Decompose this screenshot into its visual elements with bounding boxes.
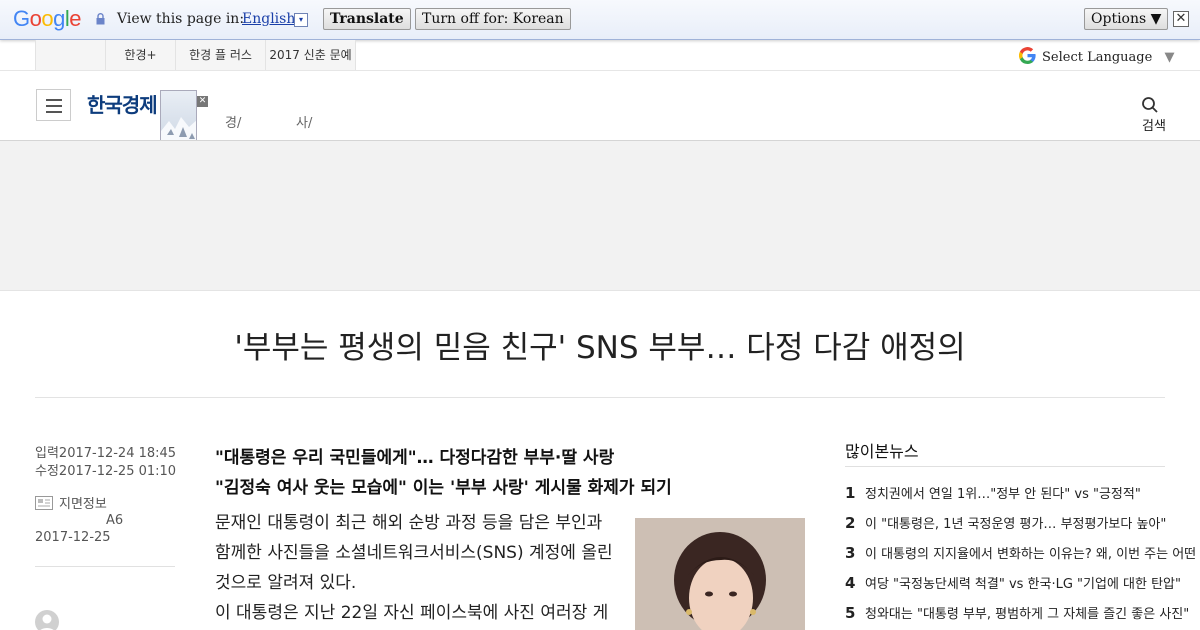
select-language-arrow-icon: ▼	[1164, 50, 1175, 65]
popular-rank: 5	[845, 604, 856, 622]
input-date-prefix: 입력	[35, 446, 59, 461]
close-translate-bar-icon[interactable]: ✕	[1173, 11, 1189, 27]
search-icon[interactable]	[1141, 96, 1159, 114]
util-item-spring-literary[interactable]: 2017 신춘 문예	[266, 40, 356, 70]
popular-news-item[interactable]: 3 이 대통령의 지지율에서 변화하는 이유는? 왜, 이번 주는 어떤	[845, 543, 1196, 562]
meta-divider	[35, 566, 175, 567]
popular-news-item[interactable]: 4 여당 "국정농단세력 척결" vs 한국·LG "기업에 대한 탄압"	[845, 573, 1181, 592]
headline-divider	[35, 397, 1165, 398]
paper-info-label: 지면정보	[59, 497, 107, 512]
ad-close-icon[interactable]: ✕	[197, 96, 208, 107]
menu-button[interactable]	[36, 89, 71, 121]
paper-date: 2017-12-25	[35, 530, 111, 545]
edit-date: 수정2017-12-25 01:10	[35, 460, 176, 479]
paper-page: A6	[106, 513, 124, 528]
portrait-image	[635, 518, 805, 630]
google-g-icon	[1019, 47, 1036, 64]
popular-news-item[interactable]: 2 이 "대통령은, 1년 국정운영 평가… 부정평가보다 높아"	[845, 513, 1175, 532]
popular-news-item[interactable]: 1 정치권에서 연일 1위…"정부 안 된다" vs "긍정적"	[845, 483, 1175, 502]
menu-icon-bar	[46, 111, 62, 113]
select-language-widget[interactable]: Select Language ▼	[1019, 47, 1174, 67]
edit-date-value: 2017-12-25 01:10	[58, 464, 177, 479]
paper-info[interactable]: 지면정보	[35, 493, 107, 512]
util-item-hankyung-plus[interactable]: 한경+	[106, 40, 176, 70]
translate-button[interactable]: Translate	[323, 8, 411, 30]
popular-news-text: 청와대는 "대통령 부부, 평범하게 그 자체를 즐긴 좋은 사진"	[865, 607, 1190, 622]
popular-rank: 3	[845, 544, 856, 562]
popular-news-text: 이 "대통령은, 1년 국정운영 평가… 부정평가보다 높아"	[865, 517, 1167, 532]
article-photo	[635, 518, 805, 630]
google-logo: Google	[13, 6, 82, 31]
user-icon	[40, 614, 54, 630]
header-nav-item[interactable]: 사/	[296, 112, 312, 131]
popular-rank: 4	[845, 574, 856, 592]
utility-bar: 한경+ 한경 플 러스 2017 신춘 문예	[35, 40, 356, 70]
lock-icon	[96, 13, 105, 25]
menu-icon-bar	[46, 99, 62, 101]
input-date-value: 2017-12-24 18:45	[58, 446, 177, 461]
translate-bar: Google View this page in: English ▾ Tran…	[0, 0, 1200, 40]
util-divider	[0, 70, 1200, 71]
util-blank	[36, 40, 106, 70]
article-headline: '부부는 평생의 믿음 친구' SNS 부부… 다정 다감 애정의	[234, 330, 966, 366]
translate-language-link[interactable]: English	[242, 11, 295, 27]
popular-rank: 2	[845, 514, 856, 532]
article-paragraph: 이 대통령은 지난 22일 자신 페이스북에 사진 여러장 게시했다. 이 게시…	[215, 603, 609, 623]
select-language-label: Select Language	[1042, 50, 1153, 65]
popular-news-divider	[845, 466, 1165, 467]
popular-news-title: 많이본뉴스	[845, 442, 919, 461]
popular-news-text: 여당 "국정농단세력 척결" vs 한국·LG "기업에 대한 탄압"	[865, 577, 1181, 592]
util-item-plus[interactable]: 한경 플 러스	[176, 40, 266, 70]
input-date: 입력2017-12-24 18:45	[35, 442, 176, 461]
header-nav-item[interactable]: 경/	[225, 112, 241, 131]
popular-news-item[interactable]: 5 청와대는 "대통령 부부, 평범하게 그 자체를 즐긴 좋은 사진"	[845, 603, 1189, 622]
search-label[interactable]: 검색	[1142, 115, 1166, 134]
popular-rank: 1	[845, 484, 856, 502]
language-dropdown-icon[interactable]: ▾	[294, 13, 308, 27]
reporter-avatar[interactable]	[35, 610, 59, 630]
edit-date-prefix: 수정	[35, 464, 59, 479]
translate-options-button[interactable]: Options ▼	[1084, 8, 1169, 30]
translate-prompt: View this page in:	[117, 11, 245, 27]
menu-icon-bar	[46, 105, 62, 107]
article-subhead: "대통령은 우리 국민들에게"… 다정다감한 부부·딸 사랑	[215, 448, 615, 468]
turn-off-translate-button[interactable]: Turn off for: Korean	[415, 8, 571, 30]
article-subhead: "김정숙 여사 웃는 모습에" 이는 '부부 사랑' 게시물 화제가 되기	[215, 478, 672, 498]
popular-news-text: 이 대통령의 지지율에서 변화하는 이유는? 왜, 이번 주는 어떤	[865, 547, 1197, 562]
article-paragraph: 문재인 대통령이 최근 해외 순방 과정 등을 담은 부인과 함께한 사진들을 …	[215, 513, 613, 593]
popular-news-text: 정치권에서 연일 1위…"정부 안 된다" vs "긍정적"	[865, 487, 1141, 502]
newspaper-icon	[35, 496, 53, 510]
ad-banner-area	[0, 141, 1200, 291]
site-logo[interactable]: 한국경제	[87, 89, 160, 118]
